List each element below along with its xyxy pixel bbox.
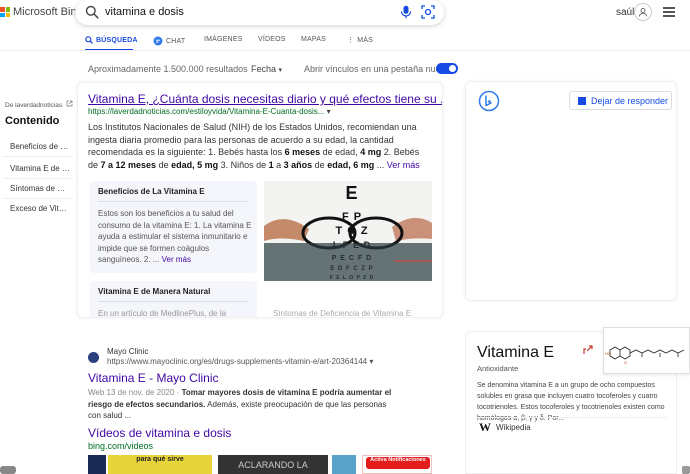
external-link-icon xyxy=(66,100,73,107)
video-thumbnail[interactable]: Activa Notificaciones xyxy=(362,455,432,474)
divider xyxy=(3,178,73,179)
videos-title-link[interactable]: Vídeos de vitamina e dosis xyxy=(88,426,231,440)
chevron-down-icon: ▾ xyxy=(326,107,331,116)
user-name[interactable]: saúl xyxy=(616,7,634,18)
molecule-structure-image[interactable]: HO O xyxy=(603,327,690,374)
search-icon[interactable] xyxy=(85,5,99,19)
kp-title: Vitamina E xyxy=(477,344,555,361)
video-thumbnail-text: para qué sirve xyxy=(136,456,184,463)
header: Microsoft Bing vitamina e dosis saúl xyxy=(0,0,690,30)
content-card-text: Estos son los beneficios a tu salud del … xyxy=(98,209,252,264)
divider xyxy=(3,156,73,157)
kp-subtitle: Antioxidante xyxy=(477,364,519,373)
divider xyxy=(98,301,248,302)
see-more-link[interactable]: Ver más xyxy=(162,255,191,264)
result-title-link[interactable]: Vitamina E - Mayo Clinic xyxy=(88,371,219,385)
scrollbar[interactable] xyxy=(682,466,690,474)
stop-responding-button[interactable]: Dejar de responder xyxy=(569,91,672,110)
video-thumbnail[interactable] xyxy=(88,455,106,474)
chat-panel: Dejar de responder xyxy=(465,81,677,301)
video-thumbnail[interactable]: para qué sirve xyxy=(108,455,212,474)
scrollbar[interactable] xyxy=(0,466,16,474)
see-more-link[interactable]: Ver más xyxy=(387,160,420,170)
tab-chat[interactable]: CHAT xyxy=(153,36,185,46)
mayo-clinic-logo-icon xyxy=(88,352,99,363)
image-caption: Síntomas de Deficiencia de Vitamina E xyxy=(273,309,412,318)
svg-text:HO: HO xyxy=(605,351,611,356)
video-thumbnail[interactable] xyxy=(332,455,356,474)
result-title-link[interactable]: Vitamina E, ¿Cuánta dosis necesitas diar… xyxy=(88,92,442,106)
visual-search-icon[interactable] xyxy=(421,5,435,19)
search-input[interactable]: vitamina e dosis xyxy=(105,6,184,18)
sidebar-item[interactable]: Síntomas de Deficiencia xyxy=(10,184,70,193)
result-count: Aproximadamente 1.500.000 resultados xyxy=(88,64,248,74)
video-thumbnail[interactable]: ACLARANDO LA xyxy=(218,455,328,474)
bing-logo[interactable]: Microsoft Bing xyxy=(0,6,83,18)
content-card-title: Beneficios de La Vitamina E xyxy=(98,187,205,196)
hamburger-menu-icon[interactable] xyxy=(663,7,675,17)
sidebar-source[interactable]: De laverdadnoticias xyxy=(5,100,73,109)
result-url[interactable]: https://laverdadnoticias.com/estiloyvida… xyxy=(88,107,331,116)
open-links-label: Abrir vínculos en una pestaña nueva xyxy=(304,64,451,74)
open-links-toggle[interactable] xyxy=(436,63,458,74)
result-snippet: Web 13 de nov. de 2020 · Tomar mayores d… xyxy=(88,388,392,420)
bing-chat-icon xyxy=(478,90,500,112)
divider xyxy=(3,198,73,199)
eye-chart-glasses-image: EF PT O ZL P E DP E C F DE D F C Z PF E … xyxy=(264,181,432,281)
result-image[interactable]: EF PT O ZL P E DP E C F DE D F C Z PF E … xyxy=(264,181,432,281)
tab-maps[interactable]: MAPAS xyxy=(301,36,326,43)
content-card-text: En un artículo de MedlinePlus, de la xyxy=(98,309,227,318)
result-date: Web 13 de nov. de 2020 · xyxy=(88,388,182,397)
eye-chart-row: E xyxy=(345,183,358,203)
result-site-name[interactable]: Mayo Clinic xyxy=(107,347,148,356)
chat-icon xyxy=(153,36,163,46)
result-url[interactable]: https://www.mayoclinic.org/es/drugs-supp… xyxy=(107,357,373,366)
tab-videos[interactable]: VÍDEOS xyxy=(258,36,286,43)
share-icon[interactable] xyxy=(583,345,593,355)
tab-images[interactable]: IMÁGENES xyxy=(204,36,243,43)
divider xyxy=(477,417,667,418)
search-box[interactable]: vitamina e dosis xyxy=(75,0,444,25)
more-icon: ⋮ xyxy=(347,37,355,44)
chevron-down-icon: ▾ xyxy=(369,357,374,366)
microphone-icon[interactable] xyxy=(400,5,412,19)
sidebar-title: Contenido xyxy=(5,115,60,127)
stop-icon xyxy=(578,96,586,105)
svg-text:O: O xyxy=(624,360,627,365)
sidebar-item[interactable]: Vitamina E de Manera Natural xyxy=(10,164,70,173)
result-card: Vitamina E, ¿Cuánta dosis necesitas diar… xyxy=(77,82,443,318)
content-card-title: Vitamina E de Manera Natural xyxy=(98,287,211,296)
notification-badge: Activa Notificaciones xyxy=(366,457,430,469)
user-icon xyxy=(638,8,648,17)
microsoft-logo-icon xyxy=(0,7,10,17)
molecule-diagram: HO O xyxy=(605,346,685,365)
sidebar-item[interactable]: Exceso de Vitamina E xyxy=(10,204,70,213)
avatar[interactable] xyxy=(634,3,652,21)
tab-search[interactable]: BÚSQUEDA xyxy=(85,36,138,44)
video-thumbnail-text: ACLARANDO LA xyxy=(238,460,308,470)
search-icon xyxy=(85,36,93,44)
wikipedia-link[interactable]: W Wikipedia xyxy=(479,420,531,435)
result-url[interactable]: bing.com/videos xyxy=(88,441,153,451)
divider xyxy=(98,201,248,202)
wikipedia-icon: W xyxy=(479,420,491,434)
divider xyxy=(0,50,690,51)
date-filter[interactable]: Fecha ▾ xyxy=(251,64,282,74)
tab-more[interactable]: ⋮ MÁS xyxy=(347,36,373,45)
result-snippet: Los Institutos Nacionales de Salud (NIH)… xyxy=(88,122,420,170)
content-card[interactable]: Vitamina E de Manera Natural En un artíc… xyxy=(90,281,257,318)
brand-name: Microsoft Bing xyxy=(13,6,83,18)
content-card[interactable]: Beneficios de La Vitamina E Estos son lo… xyxy=(90,181,257,273)
sidebar-item[interactable]: Beneficios de La Vitamina E xyxy=(10,142,70,151)
chevron-down-icon: ▾ xyxy=(278,67,283,74)
